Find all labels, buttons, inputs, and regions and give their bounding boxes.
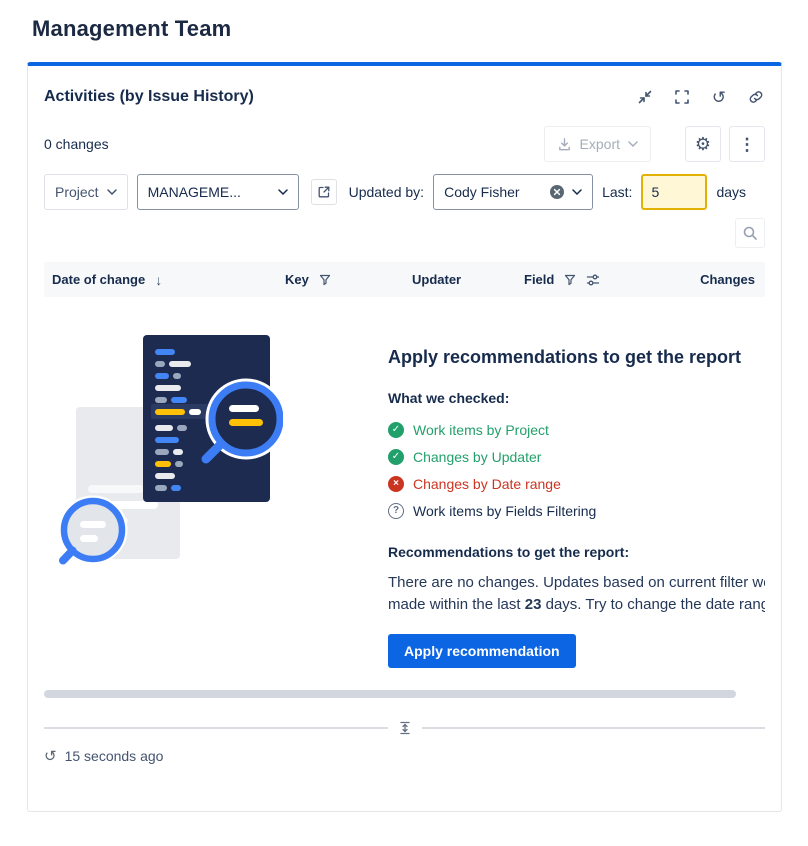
last-label: Last:: [602, 184, 632, 200]
column-header-updater[interactable]: Updater: [412, 272, 524, 287]
clear-selection-icon[interactable]: [549, 184, 565, 200]
export-button[interactable]: Export: [544, 126, 651, 162]
check-item: ? Work items by Fields Filtering: [388, 497, 765, 524]
refresh-icon[interactable]: ↺: [44, 749, 57, 764]
export-label: Export: [580, 136, 620, 152]
panel-header: Activities (by Issue History) ↺: [44, 66, 765, 106]
column-header-date-of-change[interactable]: Date of change ↓: [52, 272, 285, 287]
filter-funnel-icon[interactable]: [319, 274, 331, 286]
project-select-value: MANAGEME...: [148, 184, 241, 200]
search-row: [44, 216, 765, 250]
gear-icon: ⚙: [695, 135, 711, 153]
checks-list: ✓ Work items by Project ✓ Changes by Upd…: [388, 416, 765, 524]
check-fail-icon: ×: [388, 476, 404, 492]
updated-by-value: Cody Fisher: [444, 184, 519, 200]
project-type-label: Project: [55, 184, 99, 200]
updated-by-select[interactable]: Cody Fisher: [433, 174, 593, 210]
days-label: days: [716, 184, 746, 200]
check-item: ✓ Work items by Project: [388, 416, 765, 443]
resize-handle-icon: [398, 721, 412, 735]
chevron-down-icon: [107, 189, 117, 195]
link-icon: [748, 89, 764, 105]
open-in-new-icon: [317, 185, 331, 199]
search-documents-illustration-icon: [58, 335, 283, 580]
recommendations-line-2: made within the last 23 days. Try to cha…: [388, 594, 765, 616]
chevron-down-icon: [628, 141, 638, 147]
empty-state-illustration: [58, 335, 283, 585]
recommendations-title: Recommendations to get the report:: [388, 544, 765, 560]
restore-icon: ↺: [712, 89, 726, 106]
activities-panel: Activities (by Issue History) ↺: [27, 62, 782, 812]
fullscreen-icon: [674, 89, 690, 105]
column-header-key[interactable]: Key: [285, 272, 412, 287]
panel-header-actions: ↺: [636, 88, 765, 106]
checked-title: What we checked:: [388, 390, 765, 406]
vertical-dots-icon: ⋮: [739, 136, 756, 153]
recommendations-text: There are no changes. Updates based on c…: [388, 572, 765, 616]
chevron-down-icon: [572, 189, 582, 195]
filters-row: Project MANAGEME... Updated by: Cody Fis…: [44, 174, 765, 210]
toolbar-actions: Export ⚙ ⋮: [544, 126, 765, 162]
settings-button[interactable]: ⚙: [685, 126, 721, 162]
apply-recommendation-button[interactable]: Apply recommendation: [388, 634, 576, 668]
sort-descending-icon[interactable]: ↓: [155, 273, 162, 287]
check-pass-icon: ✓: [388, 422, 404, 438]
open-in-new-button[interactable]: [311, 179, 337, 205]
restore-button[interactable]: ↺: [710, 88, 728, 106]
check-unknown-icon: ?: [388, 503, 404, 519]
recommendations-line-1: There are no changes. Updates based on c…: [388, 572, 765, 594]
empty-state-heading: Apply recommendations to get the report: [388, 347, 765, 368]
changes-count: 0 changes: [44, 136, 109, 152]
resize-divider: [44, 720, 765, 736]
toolbar-row: 0 changes Export ⚙ ⋮: [44, 126, 765, 162]
last-days-input[interactable]: [641, 174, 707, 210]
fullscreen-button[interactable]: [673, 88, 691, 106]
chevron-down-icon: [278, 189, 288, 195]
check-item: × Changes by Date range: [388, 470, 765, 497]
field-filter-settings-icon[interactable]: [586, 273, 600, 287]
horizontal-scrollbar[interactable]: [44, 690, 736, 698]
column-header-changes[interactable]: Changes: [684, 272, 757, 287]
check-pass-icon: ✓: [388, 449, 404, 465]
project-type-dropdown[interactable]: Project: [44, 174, 128, 210]
copy-link-button[interactable]: [747, 88, 765, 106]
download-icon: [557, 137, 572, 152]
more-menu-button[interactable]: ⋮: [729, 126, 765, 162]
empty-state-content: Apply recommendations to get the report …: [388, 335, 765, 668]
search-icon: [742, 225, 758, 241]
page-title: Management Team: [32, 16, 808, 42]
filter-funnel-icon[interactable]: [564, 274, 576, 286]
column-header-field[interactable]: Field: [524, 272, 684, 287]
search-button[interactable]: [735, 218, 765, 248]
collapse-button[interactable]: [636, 88, 654, 106]
updated-by-label: Updated by:: [349, 184, 425, 200]
panel-footer: ↺ 15 seconds ago: [44, 748, 765, 764]
table-header: Date of change ↓ Key Updater Field: [44, 262, 765, 297]
last-refreshed-text: 15 seconds ago: [65, 748, 164, 764]
collapse-icon: [637, 89, 653, 105]
panel-title: Activities (by Issue History): [44, 88, 254, 106]
check-item: ✓ Changes by Updater: [388, 443, 765, 470]
project-select[interactable]: MANAGEME...: [137, 174, 299, 210]
resize-handle[interactable]: [388, 720, 422, 736]
empty-state: Apply recommendations to get the report …: [44, 335, 765, 668]
